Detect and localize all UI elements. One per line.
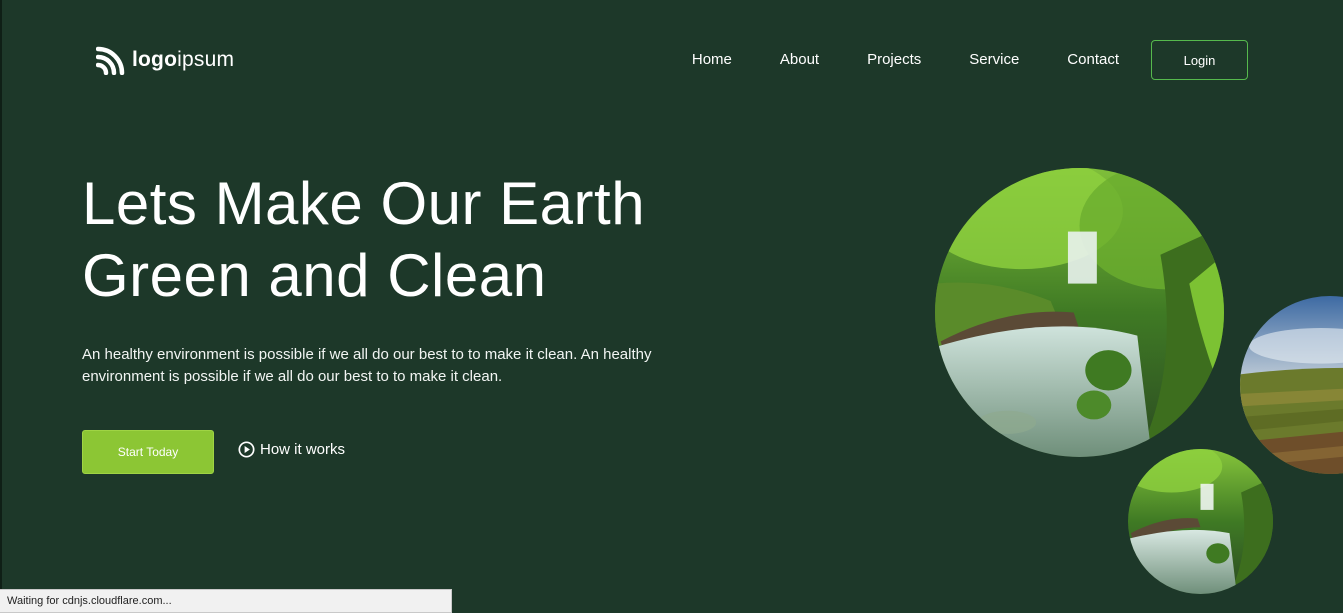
- nav-service[interactable]: Service: [969, 40, 1019, 80]
- nav-contact[interactable]: Contact: [1067, 40, 1119, 80]
- browser-status-bar: Waiting for cdnjs.cloudflare.com...: [0, 589, 452, 613]
- how-it-works-link[interactable]: How it works: [238, 441, 345, 458]
- play-circle-icon: [238, 441, 255, 458]
- logo-text-light: ipsum: [177, 48, 235, 71]
- window-edge: [0, 0, 2, 613]
- waterfall-forest-image-small: [1128, 449, 1273, 594]
- site-logo[interactable]: logoipsum: [96, 45, 234, 75]
- vineyard-landscape-image: [1240, 296, 1343, 474]
- hero-description: An healthy environment is possible if we…: [82, 346, 652, 385]
- hero-title-line-1: Lets Make Our Earth: [82, 170, 646, 237]
- nav-home[interactable]: Home: [692, 40, 732, 80]
- login-button[interactable]: Login: [1151, 40, 1248, 80]
- waterfall-forest-image: [935, 168, 1224, 457]
- logo-text: logoipsum: [132, 48, 234, 72]
- hero-title-line-2: Green and Clean: [82, 242, 547, 309]
- nav-projects[interactable]: Projects: [867, 40, 921, 80]
- how-it-works-label: How it works: [260, 441, 346, 458]
- logo-arcs-icon: [96, 46, 125, 75]
- hero-title: Lets Make Our Earth Green and Clean: [82, 168, 782, 312]
- nav-about[interactable]: About: [780, 40, 819, 80]
- logo-text-bold: logo: [132, 48, 178, 71]
- landing-page: logoipsum Home About Projects Service Co…: [0, 0, 1343, 613]
- main-nav: Home About Projects Service Contact Logi…: [692, 40, 1248, 80]
- start-today-button[interactable]: Start Today: [82, 430, 214, 474]
